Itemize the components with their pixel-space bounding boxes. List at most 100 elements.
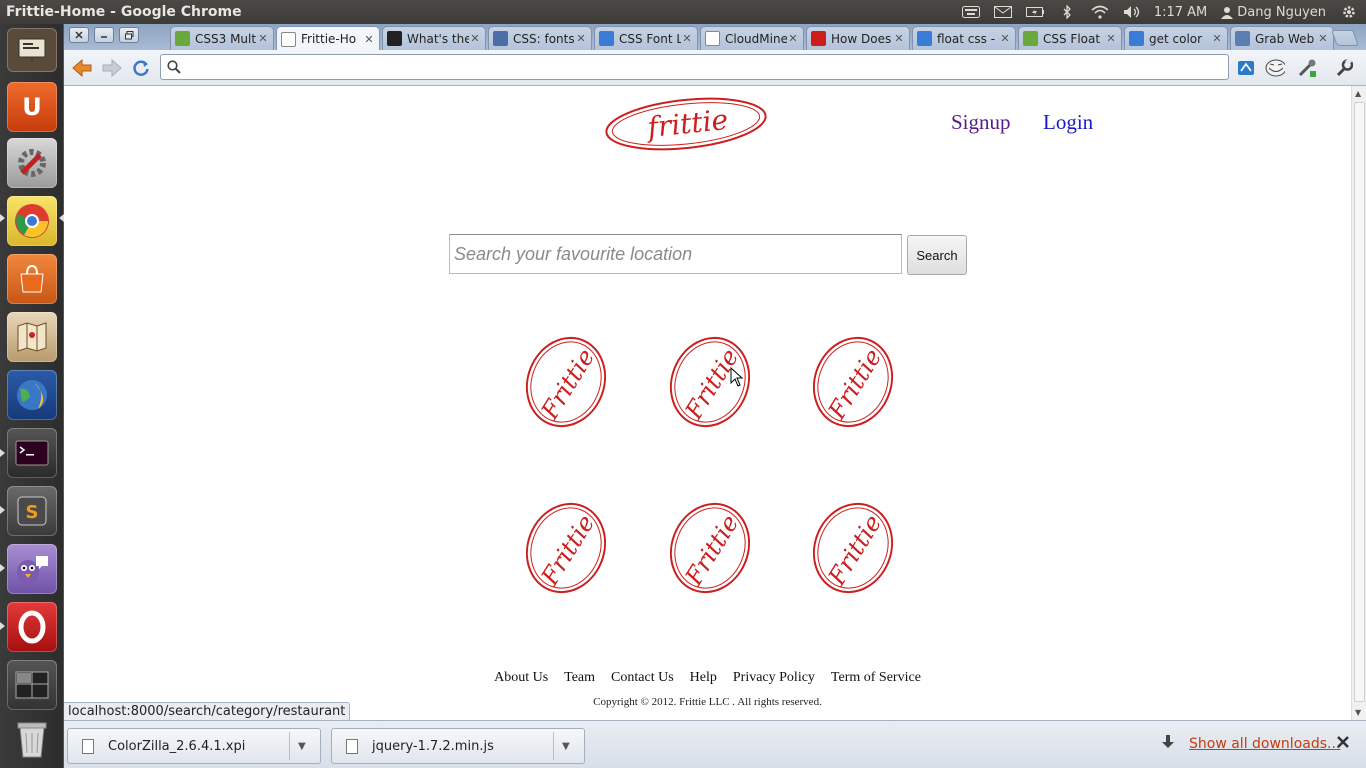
location-search-input[interactable] xyxy=(449,234,902,274)
favicon-icon xyxy=(1129,31,1144,46)
chevron-down-icon[interactable]: ▼ xyxy=(562,741,578,752)
category-link[interactable]: Frittie xyxy=(525,502,611,598)
launcher-software-center-icon[interactable] xyxy=(7,254,57,304)
extension-trollface-icon[interactable] xyxy=(1265,58,1285,78)
footer-link[interactable]: Help xyxy=(690,670,717,686)
download-arrow-icon xyxy=(1162,735,1174,753)
close-icon[interactable] xyxy=(1337,732,1349,753)
favicon-icon xyxy=(281,31,296,47)
back-arrow-icon xyxy=(72,59,92,77)
tab-title: Frittie-Ho xyxy=(301,32,357,46)
browser-tab[interactable]: float css - ✕ xyxy=(912,26,1016,50)
favicon-icon xyxy=(493,31,508,46)
tab-close-icon[interactable]: ✕ xyxy=(893,32,905,45)
tab-title: CSS Float xyxy=(1043,31,1101,46)
footer-link[interactable]: About Us xyxy=(494,670,548,686)
favicon-icon xyxy=(917,31,932,46)
system-tray: 1:17 AM Dang Nguyen xyxy=(961,0,1366,24)
tab-close-icon[interactable]: ✕ xyxy=(999,32,1011,45)
bluetooth-icon[interactable] xyxy=(1058,5,1076,19)
tab-close-icon[interactable]: ✕ xyxy=(1211,32,1223,45)
window-close-button[interactable] xyxy=(69,27,89,43)
footer-link[interactable]: Team xyxy=(564,670,595,686)
launcher-ubuntu-one-icon[interactable]: U xyxy=(7,82,57,132)
window-restore-button[interactable] xyxy=(119,27,139,43)
tab-title: get color xyxy=(1149,31,1203,46)
browser-tab[interactable]: What's the ✕ xyxy=(382,26,486,50)
extension-translate-icon[interactable] xyxy=(1236,58,1256,78)
browser-tab[interactable]: get color ✕ xyxy=(1124,26,1228,50)
footer-link[interactable]: Term of Service xyxy=(831,670,921,686)
show-all-downloads-link[interactable]: Show all downloads... xyxy=(1189,736,1340,752)
user-menu[interactable]: Dang Nguyen xyxy=(1221,5,1326,20)
favicon-icon xyxy=(387,31,402,46)
keyboard-icon[interactable] xyxy=(961,5,980,19)
launcher-map-icon[interactable] xyxy=(7,312,57,362)
launcher-pidgin-icon[interactable] xyxy=(7,544,57,594)
launcher-trash-icon[interactable] xyxy=(7,714,57,764)
tab-close-icon[interactable]: ✕ xyxy=(681,32,693,45)
battery-icon[interactable] xyxy=(1025,5,1044,19)
omnibox[interactable] xyxy=(160,54,1229,80)
browser-tab[interactable]: CSS: fonts ✕ xyxy=(488,26,592,50)
launcher-terminal-icon[interactable] xyxy=(7,428,57,478)
download-item[interactable]: ColorZilla_2.6.4.1.xpi ▼ xyxy=(67,728,321,764)
clock[interactable]: 1:17 AM xyxy=(1154,5,1207,20)
gear-icon[interactable] xyxy=(1340,5,1358,19)
extension-colorzilla-icon[interactable] xyxy=(1297,58,1317,78)
download-item[interactable]: jquery-1.7.2.min.js ▼ xyxy=(331,728,585,764)
tab-title: Grab Web xyxy=(1255,31,1315,46)
signup-link[interactable]: Signup xyxy=(951,110,1011,135)
wifi-icon[interactable] xyxy=(1090,5,1108,19)
tab-close-icon[interactable]: ✕ xyxy=(575,32,587,45)
category-link[interactable]: Frittie xyxy=(812,502,898,598)
new-tab-button[interactable] xyxy=(1331,30,1359,46)
footer-link[interactable]: Contact Us xyxy=(611,670,674,686)
category-link[interactable]: Frittie xyxy=(525,336,611,432)
tab-close-icon[interactable]: ✕ xyxy=(469,32,481,45)
wrench-menu-icon[interactable] xyxy=(1334,58,1354,78)
scroll-down-icon[interactable]: ▼ xyxy=(1355,708,1361,717)
forward-button[interactable] xyxy=(100,56,124,80)
page-scrollbar[interactable]: ▲ ▼ xyxy=(1351,86,1366,720)
launcher-sublime-text-icon[interactable]: S xyxy=(7,486,57,536)
launcher-system-settings-icon[interactable] xyxy=(7,138,57,188)
scrollbar-thumb[interactable] xyxy=(1354,102,1365,702)
browser-tab[interactable]: Frittie-Ho ✕ xyxy=(276,26,380,51)
volume-icon[interactable] xyxy=(1122,5,1140,19)
browser-tab[interactable]: CSS Float ✕ xyxy=(1018,26,1122,50)
window-minimize-button[interactable] xyxy=(94,27,114,43)
tab-close-icon[interactable]: ✕ xyxy=(787,32,799,45)
tab-close-icon[interactable]: ✕ xyxy=(257,32,269,45)
browser-tab[interactable]: CloudMine ✕ xyxy=(700,26,804,50)
scroll-up-icon[interactable]: ▲ xyxy=(1355,89,1361,98)
site-logo[interactable]: frittie xyxy=(604,96,770,152)
footer-link[interactable]: Privacy Policy xyxy=(733,670,815,686)
login-link[interactable]: Login xyxy=(1043,110,1093,135)
launcher-opera-icon[interactable] xyxy=(7,602,57,652)
download-shelf: ColorZilla_2.6.4.1.xpi ▼ jquery-1.7.2.mi… xyxy=(64,720,1366,768)
favicon-icon xyxy=(1235,31,1250,46)
reload-button[interactable] xyxy=(129,56,153,80)
category-link[interactable]: Frittie xyxy=(669,502,755,598)
category-link[interactable]: Frittie xyxy=(812,336,898,432)
launcher-presentation-icon[interactable] xyxy=(7,28,57,72)
launcher-workspace-switcher-icon[interactable] xyxy=(7,660,57,710)
browser-tab[interactable]: CSS3 Mult ✕ xyxy=(170,26,274,50)
tab-close-icon[interactable]: ✕ xyxy=(1317,32,1329,45)
launcher-chrome-icon[interactable] xyxy=(7,196,57,246)
browser-tab[interactable]: CSS Font L ✕ xyxy=(594,26,698,50)
launcher-web-browser-icon[interactable] xyxy=(7,370,57,420)
chevron-down-icon[interactable]: ▼ xyxy=(298,741,314,752)
omnibox-input[interactable] xyxy=(189,59,1228,75)
mail-icon[interactable] xyxy=(993,5,1012,19)
back-button[interactable] xyxy=(70,56,94,80)
mouse-cursor-icon xyxy=(730,367,744,387)
frittie-logo-icon: Frittie xyxy=(669,502,751,594)
search-button[interactable]: Search xyxy=(907,235,967,275)
launcher-running-indicator xyxy=(0,214,5,222)
browser-tab[interactable]: Grab Web ✕ xyxy=(1230,26,1334,50)
browser-tab[interactable]: How Does ✕ xyxy=(806,26,910,50)
tab-close-icon[interactable]: ✕ xyxy=(1105,32,1117,45)
tab-close-icon[interactable]: ✕ xyxy=(363,33,375,46)
